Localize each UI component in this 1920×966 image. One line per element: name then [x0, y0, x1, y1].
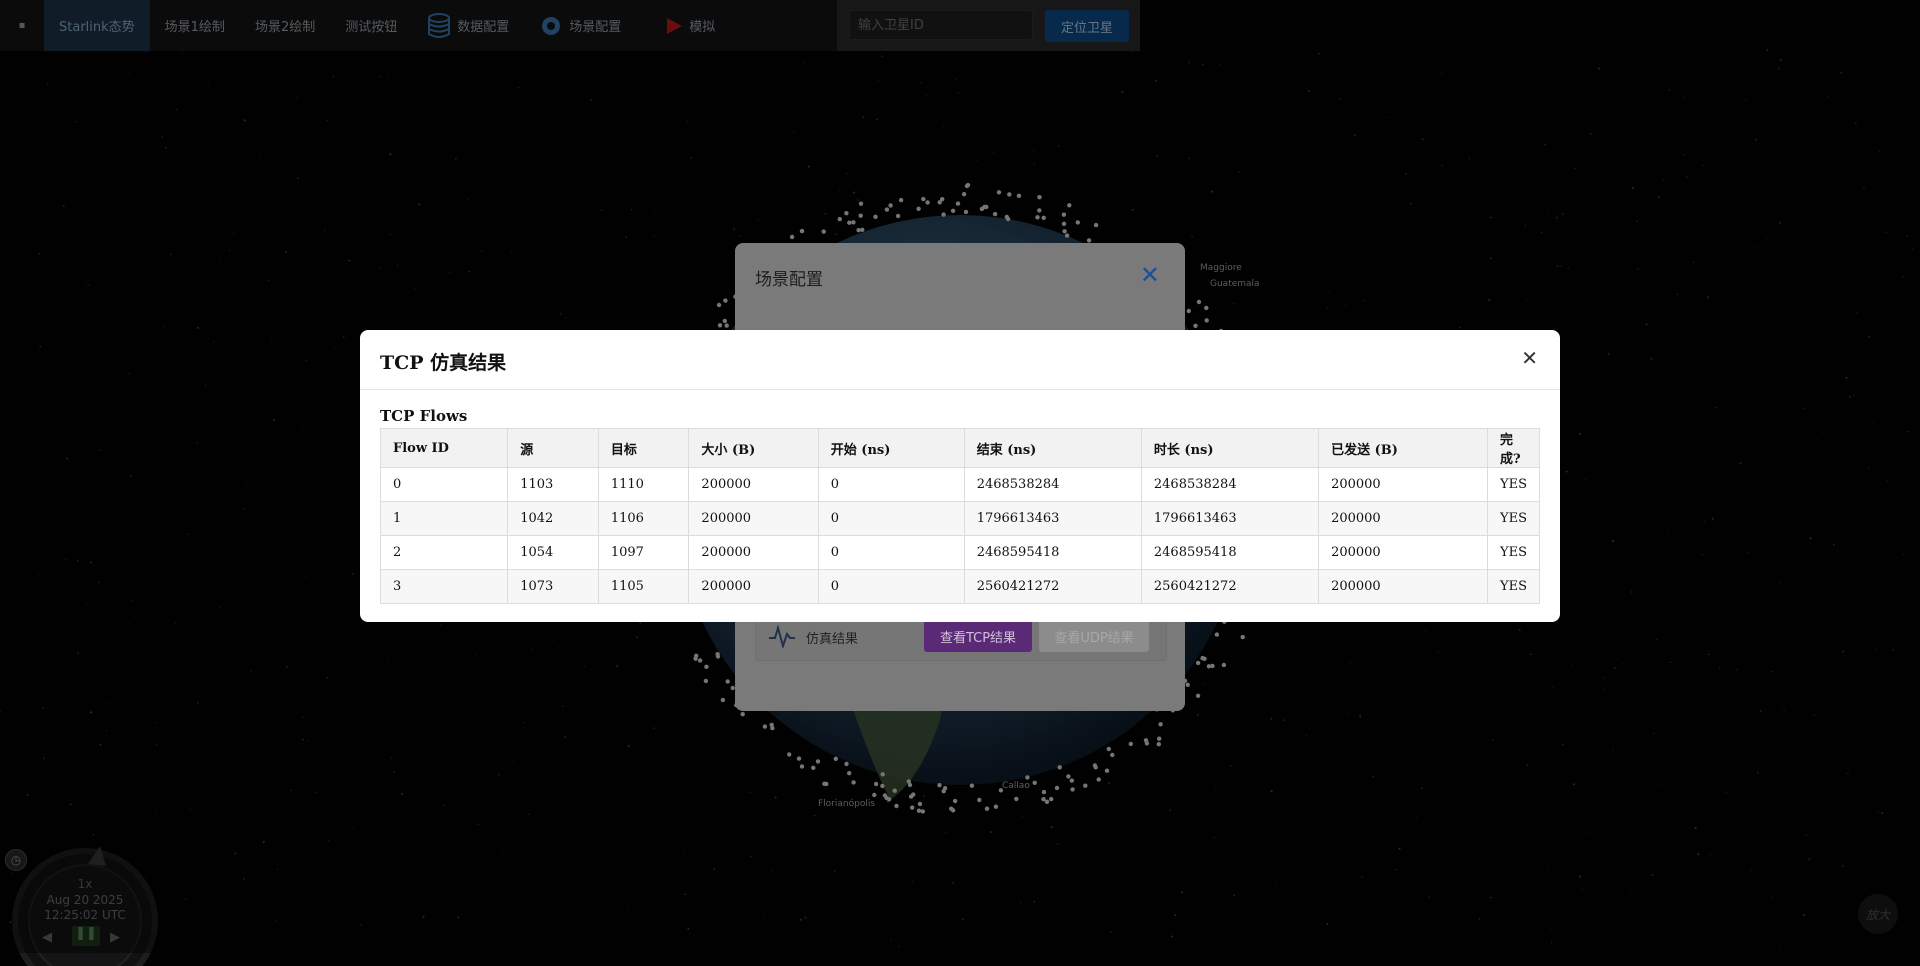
column-header: Flow ID: [379, 428, 509, 468]
view-udp-results-button[interactable]: 查看UDP结果: [1039, 620, 1149, 652]
cell-source: 1103: [507, 467, 599, 502]
cell-size: 200000: [688, 501, 819, 536]
view-tcp-results-button[interactable]: 查看TCP结果: [924, 620, 1032, 652]
table-row: 1 1042 1106 200000 0 1796613463 17966134…: [379, 501, 1540, 536]
cell-complete: YES: [1487, 467, 1540, 502]
cell-duration: 2468538284: [1140, 467, 1320, 502]
cell-complete: YES: [1487, 535, 1540, 570]
column-header: 时长 (ns): [1140, 428, 1320, 468]
cell-complete: YES: [1487, 569, 1540, 604]
cell-start: 0: [817, 569, 965, 604]
cell-source: 1073: [507, 569, 599, 604]
cell-size: 200000: [688, 535, 819, 570]
cell-size: 200000: [688, 467, 819, 502]
cell-source: 1054: [507, 535, 599, 570]
column-header: 完成?: [1487, 428, 1540, 468]
column-header: 源: [507, 428, 599, 468]
section-title: TCP Flows: [380, 407, 468, 425]
scene-config-title: 场景配置: [755, 270, 823, 290]
cell-start: 0: [817, 501, 965, 536]
column-header: 已发送 (B): [1318, 428, 1489, 468]
cell-flow-id: 0: [379, 467, 509, 502]
cell-complete: YES: [1487, 501, 1540, 536]
cell-source: 1042: [507, 501, 599, 536]
table-row: 2 1054 1097 200000 0 2468595418 24685954…: [379, 535, 1540, 570]
cell-duration: 2560421272: [1140, 569, 1320, 604]
cell-start: 0: [817, 535, 965, 570]
cell-target: 1110: [597, 467, 690, 502]
cell-sent: 200000: [1318, 535, 1489, 570]
close-icon[interactable]: ✕: [1140, 261, 1160, 289]
cell-target: 1105: [597, 569, 690, 604]
cell-sent: 200000: [1318, 467, 1489, 502]
modal-header: TCP 仿真结果 ✕: [360, 330, 1560, 390]
column-header: 大小 (B): [688, 428, 819, 468]
cell-end: 1796613463: [963, 501, 1142, 536]
table-header-row: Flow ID 源 目标 大小 (B) 开始 (ns) 结束 (ns) 时长 (…: [379, 428, 1540, 468]
cell-flow-id: 1: [379, 501, 509, 536]
column-header: 目标: [597, 428, 690, 468]
cell-sent: 200000: [1318, 501, 1489, 536]
close-icon[interactable]: ✕: [1521, 346, 1538, 370]
cell-target: 1097: [597, 535, 690, 570]
cell-flow-id: 3: [379, 569, 509, 604]
cell-start: 0: [817, 467, 965, 502]
cell-size: 200000: [688, 569, 819, 604]
cell-end: 2468595418: [963, 535, 1142, 570]
cell-target: 1106: [597, 501, 690, 536]
cell-sent: 200000: [1318, 569, 1489, 604]
cell-duration: 1796613463: [1140, 501, 1320, 536]
cell-end: 2468538284: [963, 467, 1142, 502]
table-row: 3 1073 1105 200000 0 2560421272 25604212…: [379, 569, 1540, 604]
column-header: 结束 (ns): [963, 428, 1142, 468]
cell-duration: 2468595418: [1140, 535, 1320, 570]
pulse-icon: [769, 624, 795, 648]
table-row: 0 1103 1110 200000 0 2468538284 24685382…: [379, 467, 1540, 502]
simulation-results-label: 仿真结果: [806, 632, 859, 647]
modal-title: TCP 仿真结果: [380, 352, 507, 374]
tcp-flows-table: Flow ID 源 目标 大小 (B) 开始 (ns) 结束 (ns) 时长 (…: [379, 428, 1540, 604]
cell-flow-id: 2: [379, 535, 509, 570]
column-header: 开始 (ns): [817, 428, 965, 468]
cell-end: 2560421272: [963, 569, 1142, 604]
tcp-results-modal: TCP 仿真结果 ✕ TCP Flows Flow ID 源 目标 大小 (B)…: [360, 330, 1560, 622]
